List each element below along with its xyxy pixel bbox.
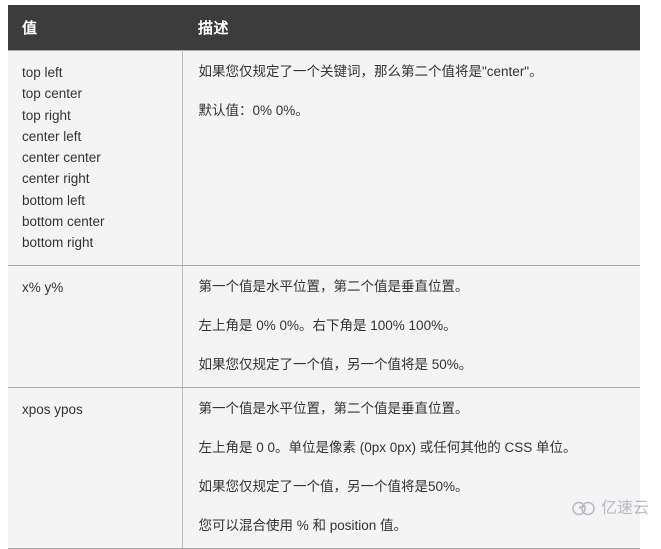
description-paragraph: 左上角是 0% 0%。右下角是 100% 100%。 [198,317,457,333]
list-item: center center [22,150,101,166]
description-cell-xpos-ypos: 第一个值是水平位置，第二个值是垂直位置。 左上角是 0 0。单位是像素 (0px… [182,387,640,549]
table-row: xpos ypos 第一个值是水平位置，第二个值是垂直位置。 左上角是 0 0。… [8,387,640,549]
list-item: top center [22,86,83,102]
description-paragraph: 第一个值是水平位置，第二个值是垂直位置。 [198,278,469,294]
page-root: 值 描述 top left top center top right cente… [0,0,661,549]
table-row: top left top center top right center lef… [8,50,640,266]
keyword-value-list: top left top center top right center lef… [22,62,172,254]
description-paragraph: 如果您仅规定了一个关键词，那么第二个值将是"center"。 [198,64,543,79]
description-paragraph: 默认值：0% 0%。 [198,103,309,118]
column-header-value: 值 [8,5,182,51]
list-item: bottom left [22,192,86,208]
description-paragraph: 左上角是 0 0。单位是像素 (0px 0px) 或任何其他的 CSS 单位。 [198,439,577,455]
description-cell-percentage: 第一个值是水平位置，第二个值是垂直位置。 左上角是 0% 0%。右下角是 100… [182,265,640,388]
table-row: x% y% 第一个值是水平位置，第二个值是垂直位置。 左上角是 0% 0%。右下… [8,265,640,388]
list-item: bottom center [22,214,105,230]
property-values-table-wrapper: 值 描述 top left top center top right cente… [8,5,640,549]
value-cell-keywords: top left top center top right center lef… [8,50,183,266]
value-token: x% y% [22,279,64,295]
description-paragraph: 第一个值是水平位置，第二个值是垂直位置。 [198,400,469,416]
table-header-row: 值 描述 [8,5,640,51]
description-paragraph: 如果您仅规定了一个值，另一个值将是 50%。 [198,356,473,372]
value-cell-percentage: x% y% [8,265,183,388]
value-cell-xpos-ypos: xpos ypos [8,387,183,549]
description-paragraph: 您可以混合使用 % 和 position 值。 [198,517,408,533]
table-header: 值 描述 [8,5,640,51]
column-header-description: 描述 [182,5,640,51]
list-item: bottom right [22,235,94,251]
description-cell-keywords: 如果您仅规定了一个关键词，那么第二个值将是"center"。 默认值：0% 0%… [182,50,640,266]
description-paragraph: 如果您仅规定了一个值，另一个值将是50%。 [198,478,469,494]
list-item: center right [22,171,90,187]
list-item: center left [22,128,82,144]
value-token: xpos ypos [22,401,83,417]
list-item: top left [22,65,63,80]
property-values-table: 值 描述 top left top center top right cente… [8,5,640,549]
table-body: top left top center top right center lef… [8,50,640,549]
list-item: top right [22,107,71,123]
